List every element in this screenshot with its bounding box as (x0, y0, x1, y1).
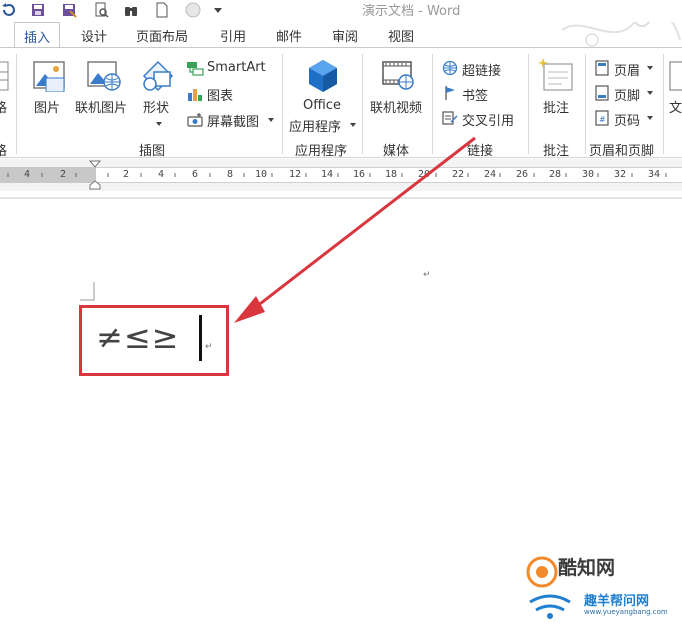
group-separator (663, 54, 664, 154)
smartart-icon[interactable] (186, 60, 204, 76)
save-icon[interactable] (30, 2, 46, 18)
footer-label[interactable]: 页脚 (614, 85, 640, 104)
office-apps-dropdown-chevron-icon[interactable] (349, 122, 357, 128)
group-separator (362, 54, 363, 154)
shapes-icon[interactable] (140, 58, 176, 92)
tab-page-layout[interactable]: 页面布局 (136, 26, 188, 45)
group-tables-label-clipped: 格 (0, 144, 8, 159)
group-apps-label: 应用程序 (295, 144, 348, 159)
watermark-brand-secondary: 趣羊帮问网 (584, 594, 650, 609)
online-picture-icon[interactable] (86, 58, 122, 92)
tab-references[interactable]: 引用 (220, 26, 246, 45)
page-number-label[interactable]: 页码 (614, 110, 640, 129)
group-illustrations-label: 插图 (139, 144, 166, 159)
cross-reference-icon[interactable] (442, 110, 458, 126)
header-icon[interactable] (594, 60, 610, 76)
tab-insert[interactable]: 插入 (14, 22, 61, 49)
tab-design[interactable]: 设计 (81, 26, 107, 45)
tab-mailings[interactable]: 邮件 (276, 26, 302, 45)
save-as-icon[interactable] (61, 2, 77, 18)
paragraph-mark-icon: ↵ (423, 270, 431, 280)
group-separator (432, 54, 433, 154)
screenshot-icon[interactable] (186, 112, 204, 128)
tab-review[interactable]: 审阅 (332, 26, 358, 45)
office-apps-label-line2[interactable]: 应用程序 (289, 116, 341, 135)
footer-dropdown-chevron-icon[interactable] (646, 90, 654, 96)
footer-icon[interactable] (594, 85, 610, 101)
svg-text:#: # (599, 115, 606, 124)
title-bar: 演示文档 - Word (0, 0, 682, 22)
watermark-url: www.yueyangbang.com (584, 608, 668, 616)
ribbon-panel: 格 格 图片 联机图片 形状 SmartArt 图表 屏幕截图 插图 Offic… (0, 47, 682, 159)
horizontal-ruler[interactable]: 4 2 2 4 6 8 10 12 14 16 18 20 22 24 26 2… (0, 159, 682, 191)
find-binoculars-icon[interactable] (123, 2, 139, 18)
group-separator (528, 54, 529, 154)
window-title: 演示文档 - Word (362, 4, 461, 19)
group-comments-label: 批注 (543, 144, 570, 159)
chart-label[interactable]: 图表 (207, 85, 233, 104)
office-apps-icon[interactable] (305, 58, 341, 94)
customize-qat-chevron-icon[interactable] (213, 5, 223, 15)
bookmark-label[interactable]: 书签 (462, 85, 488, 104)
smartart-label[interactable]: SmartArt (207, 60, 266, 75)
picture-label[interactable]: 图片 (34, 97, 60, 116)
header-dropdown-chevron-icon[interactable] (646, 65, 654, 71)
group-separator (16, 54, 17, 154)
new-comment-label[interactable]: 批注 (543, 97, 569, 116)
watermark-brand: 酷知网 (558, 557, 616, 579)
page-number-dropdown-chevron-icon[interactable] (646, 115, 654, 121)
screenshot-label[interactable]: 屏幕截图 (207, 111, 259, 130)
header-label[interactable]: 页眉 (614, 60, 640, 79)
redo-icon[interactable] (0, 2, 16, 18)
cross-reference-label[interactable]: 交叉引用 (462, 110, 514, 129)
text-label-clipped[interactable]: 文 (669, 97, 682, 116)
print-preview-icon[interactable] (93, 2, 109, 18)
online-video-icon[interactable] (380, 58, 416, 92)
symbols-highlight-box (79, 305, 229, 376)
hyperlink-icon[interactable] (442, 60, 458, 76)
chart-icon[interactable] (186, 86, 204, 102)
tab-view[interactable]: 视图 (388, 26, 414, 45)
hyperlink-label[interactable]: 超链接 (462, 60, 501, 79)
group-separator (282, 54, 283, 154)
shapes-label[interactable]: 形状 (143, 97, 169, 116)
page-number-icon[interactable]: # (594, 110, 610, 126)
ribbon-tabs: 插入 设计 页面布局 引用 邮件 审阅 视图 (0, 22, 682, 49)
ruler-ticks (7, 173, 667, 177)
bookmark-icon[interactable] (442, 85, 458, 101)
group-media-label: 媒体 (383, 144, 410, 159)
group-header-footer-label: 页眉和页脚 (589, 144, 655, 159)
text-box-icon[interactable] (668, 60, 682, 94)
office-apps-label-line1[interactable]: Office (303, 98, 341, 113)
group-links-label: 链接 (467, 144, 494, 159)
shapes-dropdown-chevron-icon[interactable] (155, 121, 163, 127)
table-icon[interactable] (0, 60, 10, 94)
new-document-icon[interactable] (154, 2, 170, 18)
record-icon[interactable] (185, 2, 201, 18)
online-video-label[interactable]: 联机视频 (370, 97, 422, 116)
group-separator (585, 54, 586, 154)
new-comment-icon[interactable] (538, 56, 576, 94)
screenshot-dropdown-chevron-icon[interactable] (267, 117, 275, 123)
table-label-clipped[interactable]: 格 (0, 97, 7, 116)
word-window: 演示文档 - Word 插入 设计 页面布局 引用 邮件 审阅 视图 格 格 图… (0, 0, 682, 625)
picture-icon[interactable] (32, 58, 66, 92)
text-boundary-crop-mark (80, 282, 95, 301)
online-picture-label[interactable]: 联机图片 (75, 97, 127, 116)
